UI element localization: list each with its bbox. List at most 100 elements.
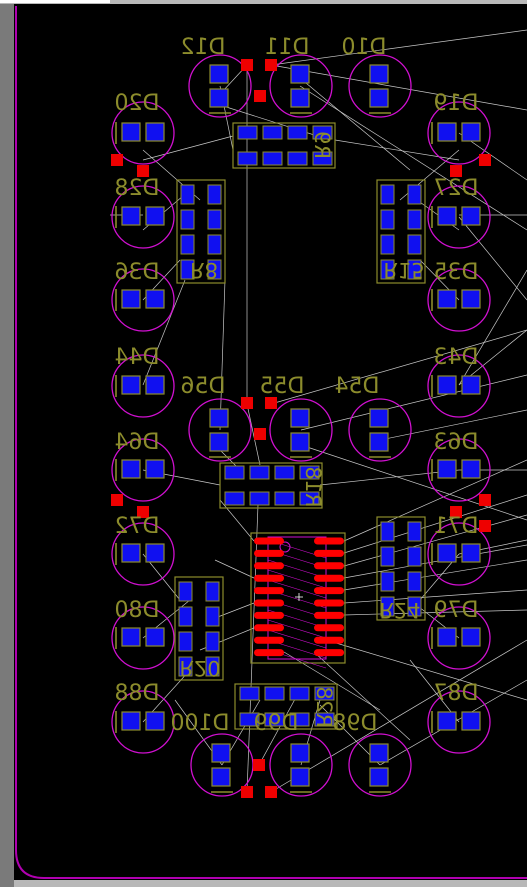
resistor-r8-label: R8 <box>190 258 218 282</box>
led-d28-label: D28 <box>115 176 160 201</box>
via-pad <box>253 759 265 771</box>
resistor-r8-pad <box>180 209 195 230</box>
led-d63-label: D63 <box>434 430 479 455</box>
via-pad <box>479 520 491 532</box>
led-d99-pad-2 <box>290 767 310 787</box>
led-d11-pad-2 <box>290 88 310 108</box>
led-d98-pad-1 <box>369 743 389 763</box>
led-d54-label: D54 <box>335 374 380 399</box>
led-d56-pad-2 <box>209 432 229 452</box>
led-d10-pad-2 <box>369 88 389 108</box>
led-d87-label: D87 <box>434 681 479 706</box>
led-d72-pad-1 <box>121 543 141 563</box>
led-d43-pad-1 <box>437 375 457 395</box>
resistor-r9-pad <box>237 151 258 166</box>
ic-u1-pin-right <box>314 587 344 595</box>
resistor-r15-pad <box>380 209 395 230</box>
resistor-r20-label: R20 <box>179 656 220 680</box>
resistor-r15-pad <box>407 184 422 205</box>
ic-u1-pin-left <box>254 562 284 570</box>
led-d63-pad-2 <box>461 459 481 479</box>
resistor-r18-pad <box>224 491 245 506</box>
resistor-r20-pad <box>178 606 193 627</box>
resistor-r24-label: R24 <box>379 598 420 622</box>
led-d80-label: D80 <box>115 598 160 623</box>
ic-u1-pin-left <box>254 636 284 644</box>
led-d100-pad-2 <box>211 767 231 787</box>
led-d63-pad-1 <box>437 459 457 479</box>
led-d64-label: D64 <box>115 430 160 455</box>
ic-u1-pin-left <box>254 574 284 582</box>
toolbar-edge <box>0 0 110 3</box>
led-d10-label: D10 <box>342 35 387 60</box>
led-d28-pad-2 <box>145 206 165 226</box>
ic-u1-pin-left <box>254 624 284 632</box>
led-d36-pad-1 <box>121 289 141 309</box>
led-d79-pad-1 <box>437 627 457 647</box>
led-d56-label: D56 <box>181 374 226 399</box>
ic-u1-pin-left <box>254 549 284 557</box>
resistor-r20-pad <box>178 581 193 602</box>
led-d27-pad-2 <box>461 206 481 226</box>
led-d98-pad-2 <box>369 767 389 787</box>
resistor-r24-pad <box>407 521 422 542</box>
via-pad <box>265 786 277 798</box>
led-d71-pad-2 <box>461 543 481 563</box>
resistor-r18-pad <box>249 465 270 480</box>
led-d27-label: D27 <box>434 176 479 201</box>
resistor-r8-pad <box>180 234 195 255</box>
resistor-r24-pad <box>380 571 395 592</box>
via-pad <box>254 90 266 102</box>
led-d19-label: D19 <box>434 91 479 116</box>
led-d28-pad-1 <box>121 206 141 226</box>
led-d79-label: D79 <box>434 598 479 623</box>
ic-u1-pin-right <box>314 549 344 557</box>
led-d36-label: D36 <box>115 260 160 285</box>
resistor-r18-label: R18 <box>301 466 325 507</box>
side-strip <box>0 4 14 887</box>
via-pad <box>265 59 277 71</box>
ic-u1-pin-right <box>314 537 344 545</box>
resistor-r8-pad <box>180 184 195 205</box>
ic-u1-pin-left <box>254 649 284 657</box>
led-d55-pad-1 <box>290 408 310 428</box>
resistor-r8-pad <box>207 184 222 205</box>
resistor-r9-pad <box>237 125 258 140</box>
led-d72-label: D72 <box>115 514 160 539</box>
led-d44-pad-2 <box>145 375 165 395</box>
ic-u1-pin-right <box>314 599 344 607</box>
led-d99-label: D99 <box>254 711 299 736</box>
led-d80-pad-2 <box>145 627 165 647</box>
led-d72-pad-2 <box>145 543 165 563</box>
led-d88-label: D88 <box>115 681 160 706</box>
resistor-r28-pad <box>239 686 260 701</box>
resistor-r9-pad <box>287 151 308 166</box>
led-d44-label: D44 <box>115 345 160 370</box>
led-d20-pad-1 <box>121 122 141 142</box>
led-d56-pad-1 <box>209 408 229 428</box>
resistor-r28-pad <box>264 686 285 701</box>
led-d10-pad-1 <box>369 64 389 84</box>
led-d88-pad-1 <box>121 711 141 731</box>
ic-u1-pin-left <box>254 587 284 595</box>
led-d12-pad-2 <box>209 88 229 108</box>
resistor-r15-pad <box>380 234 395 255</box>
led-d71-pad-1 <box>437 543 457 563</box>
ic-u1-pin-right <box>314 611 344 619</box>
led-d80-pad-1 <box>121 627 141 647</box>
led-d44-pad-1 <box>121 375 141 395</box>
via-pad <box>479 494 491 506</box>
led-d79-pad-2 <box>461 627 481 647</box>
pcb-canvas[interactable]: D12 D11 D10 D20 D19 D28 D27 D36 D35 D44 D43 D56 D55 D… <box>0 0 527 887</box>
led-d100-label: D100 <box>171 711 230 736</box>
resistor-r24-pad <box>407 571 422 592</box>
via-pad <box>111 154 123 166</box>
led-d54-pad-2 <box>369 432 389 452</box>
resistor-r18-pad <box>274 491 295 506</box>
via-pad <box>241 397 253 409</box>
led-d12-pad-1 <box>209 64 229 84</box>
resistor-r9-pad <box>262 151 283 166</box>
resistor-r9-pad <box>262 125 283 140</box>
led-d100-pad-1 <box>211 743 231 763</box>
led-d20-pad-2 <box>145 122 165 142</box>
